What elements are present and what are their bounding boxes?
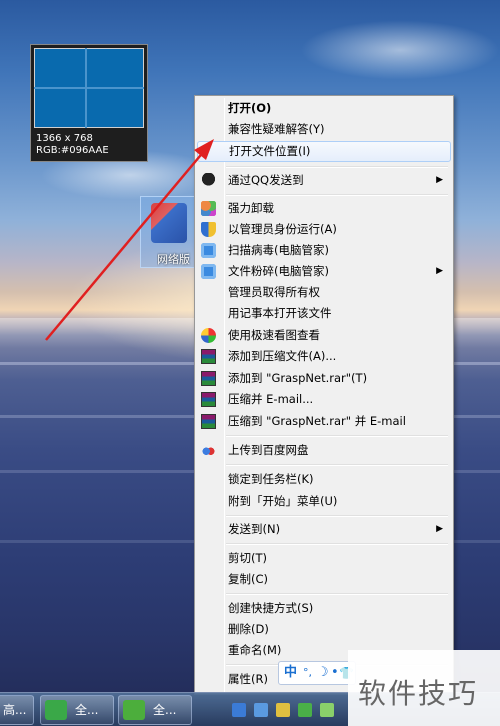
menu-item-label: 锁定到任务栏(K) bbox=[228, 472, 314, 486]
menu-item-label: 压缩到 "GraspNet.rar" 并 E-mail bbox=[228, 414, 406, 428]
uninstall-clover-icon bbox=[201, 201, 216, 216]
menu-item-run-as-admin[interactable]: 以管理员身份运行(A) bbox=[197, 219, 451, 240]
winrar-icon bbox=[201, 371, 216, 386]
menu-item-label: 以管理员身份运行(A) bbox=[228, 222, 337, 236]
menu-item-pin-taskbar[interactable]: 锁定到任务栏(K) bbox=[197, 469, 451, 490]
menu-separator bbox=[226, 166, 448, 168]
color-picker-preview: 1366 x 768 RGB:#096AAE bbox=[30, 44, 148, 162]
uac-shield-icon bbox=[201, 222, 216, 237]
ime-toolbar[interactable]: 中 °, ☽ • 👕 bbox=[278, 661, 356, 685]
submenu-arrow-icon: ▶ bbox=[436, 266, 443, 276]
watermark: 软件技巧 bbox=[348, 650, 500, 726]
ime-mode-label[interactable]: 中 bbox=[284, 662, 297, 684]
menu-separator bbox=[226, 435, 448, 437]
swatch-gridline bbox=[34, 87, 144, 89]
desktop-shortcut[interactable]: 网络版 bbox=[140, 196, 196, 268]
ime-punctuation-icon[interactable]: °, bbox=[303, 662, 312, 684]
preview-size-text: 1366 x 768 bbox=[36, 133, 93, 144]
menu-item-compat-troubleshoot[interactable]: 兼容性疑难解答(Y) bbox=[197, 119, 451, 140]
tray-app-icon[interactable] bbox=[232, 703, 246, 717]
taskbar-button-left[interactable]: 高... bbox=[0, 695, 34, 725]
watermark-text: 软件技巧 bbox=[358, 677, 479, 710]
taskbar-button-app2[interactable]: 全... bbox=[118, 695, 192, 725]
menu-item-label: 附到「开始」菜单(U) bbox=[228, 494, 338, 508]
menu-item-label: 压缩并 E-mail... bbox=[228, 392, 314, 406]
menu-item-label: 文件粉碎(电脑管家) bbox=[228, 264, 329, 278]
menu-separator bbox=[226, 593, 448, 595]
submenu-arrow-icon: ▶ bbox=[436, 524, 443, 534]
image-viewer-icon bbox=[201, 328, 216, 343]
menu-item-label: 剪切(T) bbox=[228, 551, 267, 565]
menu-item-open[interactable]: 打开(O) bbox=[197, 98, 451, 119]
tray-security-icon[interactable] bbox=[298, 703, 312, 717]
menu-item-compress-rar-email[interactable]: 压缩到 "GraspNet.rar" 并 E-mail bbox=[197, 411, 451, 432]
menu-item-open-file-location[interactable]: 打开文件位置(I) bbox=[197, 141, 451, 162]
menu-item-label: 管理员取得所有权 bbox=[228, 285, 320, 299]
pc-manager-icon bbox=[201, 264, 216, 279]
tray-wechat-icon[interactable] bbox=[320, 703, 334, 717]
tray-network-icon[interactable] bbox=[254, 703, 268, 717]
menu-item-label: 复制(C) bbox=[228, 572, 269, 586]
ime-dot-icon[interactable]: • bbox=[331, 662, 339, 684]
desktop-shortcut-label: 网络版 bbox=[157, 253, 190, 266]
menu-item-label: 删除(D) bbox=[228, 622, 269, 636]
taskbar-button-label: 高... bbox=[3, 703, 27, 717]
menu-separator bbox=[226, 464, 448, 466]
menu-item-label: 重命名(M) bbox=[228, 643, 282, 657]
winrar-icon bbox=[201, 414, 216, 429]
tray-flag-icon[interactable] bbox=[276, 703, 290, 717]
ime-moon-icon[interactable]: ☽ bbox=[317, 662, 329, 684]
menu-item-label: 通过QQ发送到 bbox=[228, 173, 304, 187]
menu-item-pin-start[interactable]: 附到「开始」菜单(U) bbox=[197, 491, 451, 512]
menu-item-file-shredder[interactable]: 文件粉碎(电脑管家) ▶ bbox=[197, 261, 451, 282]
menu-item-create-shortcut[interactable]: 创建快捷方式(S) bbox=[197, 598, 451, 619]
taskbar-button-label: 全... bbox=[153, 703, 177, 717]
cloud bbox=[300, 20, 500, 80]
menu-item-cut[interactable]: 剪切(T) bbox=[197, 548, 451, 569]
app-icon bbox=[151, 203, 187, 243]
menu-item-label: 发送到(N) bbox=[228, 522, 281, 536]
submenu-arrow-icon: ▶ bbox=[436, 175, 443, 185]
baidu-netdisk-icon bbox=[201, 443, 216, 458]
menu-item-label: 添加到压缩文件(A)... bbox=[228, 349, 337, 363]
winrar-icon bbox=[201, 392, 216, 407]
menu-item-upload-baidu[interactable]: 上传到百度网盘 bbox=[197, 440, 451, 461]
pc-manager-icon bbox=[201, 243, 216, 258]
menu-item-label: 打开文件位置(I) bbox=[229, 144, 311, 158]
menu-item-label: 扫描病毒(电脑管家) bbox=[228, 243, 329, 257]
menu-item-add-to-archive[interactable]: 添加到压缩文件(A)... bbox=[197, 346, 451, 367]
menu-item-send-via-qq[interactable]: 通过QQ发送到 ▶ bbox=[197, 170, 451, 191]
menu-item-label: 上传到百度网盘 bbox=[228, 443, 309, 457]
menu-item-delete[interactable]: 删除(D) bbox=[197, 619, 451, 640]
menu-item-image-viewer[interactable]: 使用极速看图查看 bbox=[197, 325, 451, 346]
context-menu: 打开(O) 兼容性疑难解答(Y) 打开文件位置(I) 通过QQ发送到 ▶ 强力卸… bbox=[194, 95, 454, 695]
menu-item-label: 创建快捷方式(S) bbox=[228, 601, 314, 615]
menu-item-label: 添加到 "GraspNet.rar"(T) bbox=[228, 371, 368, 385]
menu-item-label: 使用极速看图查看 bbox=[228, 328, 320, 342]
menu-item-label: 强力卸载 bbox=[228, 201, 274, 215]
menu-item-copy[interactable]: 复制(C) bbox=[197, 569, 451, 590]
menu-item-label: 打开(O) bbox=[228, 101, 272, 115]
menu-item-label: 属性(R) bbox=[228, 672, 268, 686]
preview-rgb-text: RGB:#096AAE bbox=[36, 145, 109, 156]
menu-item-compress-email[interactable]: 压缩并 E-mail... bbox=[197, 389, 451, 410]
menu-separator bbox=[226, 543, 448, 545]
menu-item-send-to[interactable]: 发送到(N) ▶ bbox=[197, 519, 451, 540]
winrar-icon bbox=[201, 349, 216, 364]
menu-item-label: 用记事本打开该文件 bbox=[228, 306, 332, 320]
menu-item-scan-virus[interactable]: 扫描病毒(电脑管家) bbox=[197, 240, 451, 261]
taskbar-button-label: 全... bbox=[75, 703, 99, 717]
menu-item-take-ownership[interactable]: 管理员取得所有权 bbox=[197, 282, 451, 303]
menu-separator bbox=[226, 515, 448, 517]
qq-icon bbox=[201, 173, 216, 188]
green-cloud-app-icon bbox=[45, 700, 67, 720]
menu-item-label: 兼容性疑难解答(Y) bbox=[228, 122, 325, 136]
menu-item-force-uninstall[interactable]: 强力卸载 bbox=[197, 198, 451, 219]
taskbar-button-app1[interactable]: 全... bbox=[40, 695, 114, 725]
menu-item-add-to-rar[interactable]: 添加到 "GraspNet.rar"(T) bbox=[197, 368, 451, 389]
green-cube-app-icon bbox=[123, 700, 145, 720]
menu-item-open-with-notepad[interactable]: 用记事本打开该文件 bbox=[197, 303, 451, 324]
menu-separator bbox=[226, 194, 448, 196]
